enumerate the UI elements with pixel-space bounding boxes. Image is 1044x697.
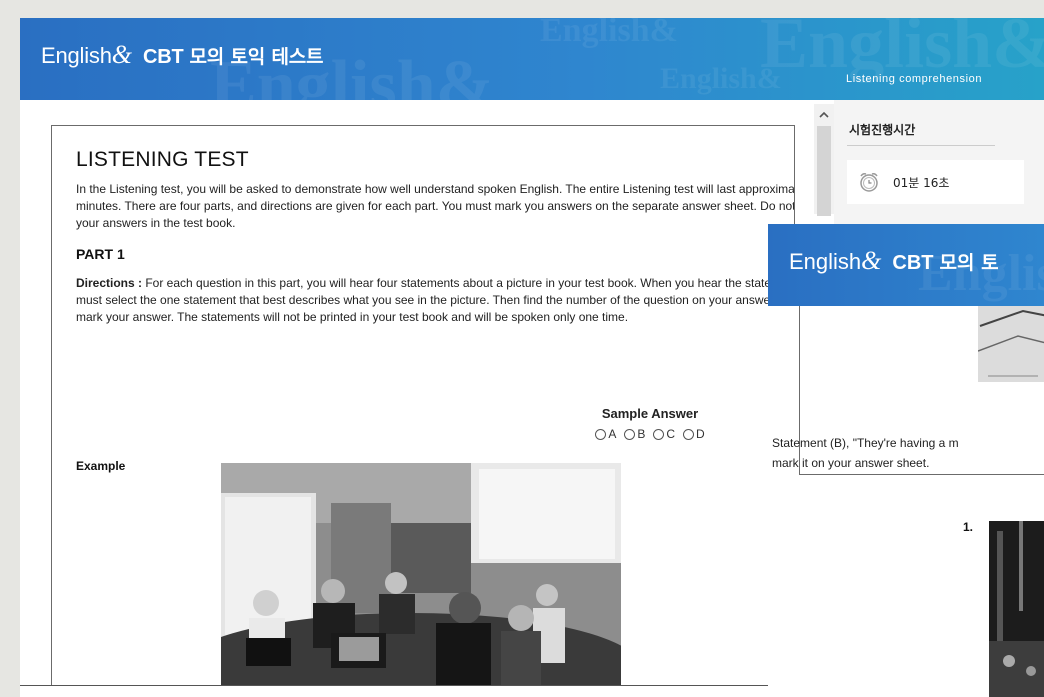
option-c[interactable]: C: [653, 427, 675, 441]
alarm-clock-icon: [860, 173, 878, 192]
side-divider: [847, 145, 995, 146]
radio-icon[interactable]: [683, 428, 695, 440]
sample-answer-label: Sample Answer: [601, 406, 699, 421]
part-heading: PART 1: [76, 246, 125, 262]
elapsed-time-title: 시험진행시간: [849, 123, 916, 137]
option-a[interactable]: A: [595, 427, 616, 441]
second-window: English& English & CBT 모의 토 Statement (B…: [768, 224, 1044, 697]
section-label: Listening comprehension: [846, 73, 983, 85]
example-label: Example: [76, 459, 126, 473]
timer-box: 01분 16초: [847, 160, 1024, 204]
header-watermark: English&: [540, 18, 678, 49]
question-photo: [989, 521, 1044, 697]
directions-text: For each question in this part, you will…: [76, 276, 795, 324]
radio-icon[interactable]: [653, 428, 665, 440]
radio-icon[interactable]: [595, 428, 607, 440]
brand-logo: English & CBT 모의 토: [789, 246, 999, 275]
page-title: 모의 토익 테스트: [189, 46, 324, 68]
directions-paragraph: Directions : For each question in this p…: [76, 275, 795, 326]
header-bar: English& English & CBT 모의 토: [768, 224, 1044, 306]
question-number: 1.: [963, 520, 974, 534]
timer-value: 01분 16초: [893, 175, 950, 190]
radio-icon[interactable]: [624, 428, 636, 440]
brand-cbt: CBT: [143, 46, 184, 68]
test-content-panel: LISTENING TEST In the Listening test, yo…: [51, 125, 795, 686]
sample-answer: Sample Answer A B C D: [555, 406, 745, 441]
question-image: [989, 521, 1044, 697]
scroll-up-button[interactable]: [814, 104, 834, 124]
answer-options: A B C D: [555, 427, 745, 441]
directions-label: Directions :: [76, 276, 143, 290]
option-d[interactable]: D: [683, 427, 705, 441]
option-b[interactable]: B: [624, 427, 645, 441]
chevron-up-icon[interactable]: [819, 111, 829, 118]
intro-paragraph: In the Listening test, you will be asked…: [76, 182, 795, 230]
brand-logo: English & CBT 모의 토익 테스트: [41, 40, 324, 69]
picture-fragment: [978, 306, 1044, 382]
statement-text: Statement (B), "They're having a m mark …: [772, 436, 959, 470]
scrollbar[interactable]: [814, 104, 834, 216]
meeting-photo-image: [221, 463, 621, 686]
header-bar: English& English& English& English& Engl…: [20, 18, 1044, 100]
scrollbar-thumb[interactable]: [817, 126, 831, 216]
example-photo: [221, 463, 621, 686]
listening-test-title: LISTENING TEST: [76, 148, 249, 171]
